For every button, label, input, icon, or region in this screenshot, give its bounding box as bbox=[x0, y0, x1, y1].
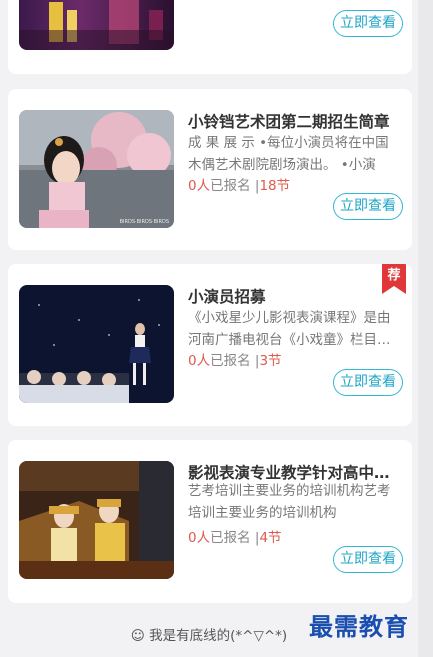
course-card[interactable]: 立即查看 bbox=[8, 0, 412, 74]
enroll-count: 0人 bbox=[188, 353, 211, 369]
course-thumbnail: BIRDS·BIRDS·BIRDS bbox=[19, 110, 174, 228]
course-thumbnail bbox=[19, 0, 174, 50]
course-card[interactable]: 影视表演专业教学针对高中… 艺考培训主要业务的培训机构艺考培训主要业务的培训机构… bbox=[8, 440, 412, 603]
course-title: 小铃铛艺术团第二期招生简章 bbox=[188, 113, 390, 131]
enroll-suffix: 已报名 bbox=[210, 530, 251, 546]
course-card[interactable]: BIRDS·BIRDS·BIRDS 小铃铛艺术团第二期招生简章 成 果 展 示 … bbox=[8, 89, 412, 250]
enrollment-info: 0人已报名 |3节 bbox=[188, 349, 282, 369]
enrollment-info: 0人已报名 |4节 bbox=[188, 526, 282, 546]
enroll-suffix: 已报名 bbox=[210, 178, 251, 194]
view-now-button[interactable]: 立即查看 bbox=[333, 193, 403, 220]
view-now-button[interactable]: 立即查看 bbox=[333, 546, 403, 573]
course-card[interactable]: 荐 小演员招募 《小戏星少儿影视表演课程》是由河南广播电视台《小戏童》栏目… 0… bbox=[8, 264, 412, 426]
course-description: 成 果 展 示 •每位小演员将在中国木偶艺术剧院剧场演出。 •小演员… bbox=[188, 135, 389, 173]
view-now-button[interactable]: 立即查看 bbox=[333, 10, 403, 37]
enroll-count: 0人 bbox=[188, 530, 211, 546]
scrollbar[interactable] bbox=[418, 0, 433, 657]
course-thumbnail bbox=[19, 285, 174, 403]
svg-text:BIRDS·BIRDS·BIRDS: BIRDS·BIRDS·BIRDS bbox=[120, 219, 169, 225]
watermark: 最需教育 bbox=[309, 612, 409, 641]
enroll-count: 0人 bbox=[188, 178, 211, 194]
lesson-count: 3节 bbox=[259, 353, 282, 369]
svg-text:荐: 荐 bbox=[386, 267, 400, 283]
lesson-count: 4节 bbox=[259, 530, 282, 546]
course-description: 艺考培训主要业务的培训机构艺考培训主要业务的培训机构 bbox=[188, 483, 391, 521]
lesson-count: 18节 bbox=[259, 178, 291, 194]
view-now-button[interactable]: 立即查看 bbox=[333, 369, 403, 396]
course-title: 小演员招募 bbox=[188, 288, 266, 306]
course-description: 《小戏星少儿影视表演课程》是由河南广播电视台《小戏童》栏目… bbox=[188, 310, 391, 348]
enroll-suffix: 已报名 bbox=[210, 353, 251, 369]
course-thumbnail bbox=[19, 461, 174, 579]
enrollment-info: 0人已报名 |18节 bbox=[188, 174, 290, 194]
